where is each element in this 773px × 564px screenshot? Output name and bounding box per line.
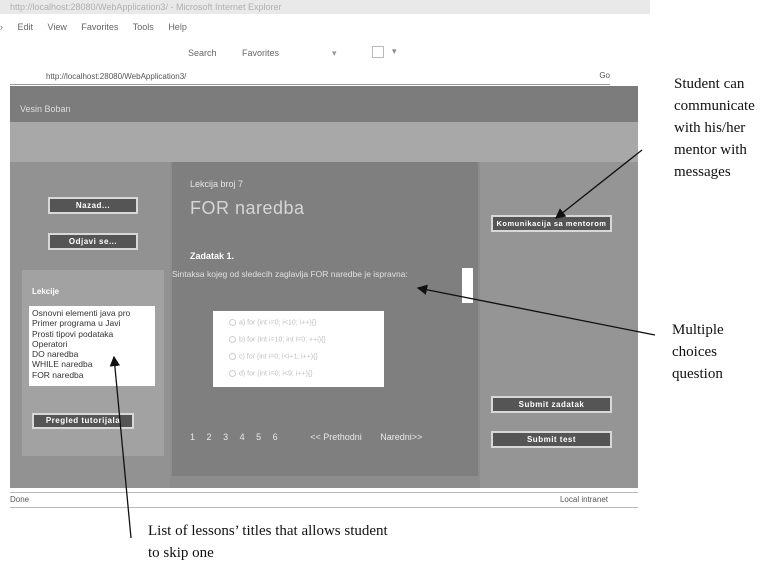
arrow-list <box>109 355 132 539</box>
arrow-mcq <box>416 284 656 336</box>
arrow-mentor <box>554 149 643 219</box>
annotation-arrows <box>109 149 656 539</box>
